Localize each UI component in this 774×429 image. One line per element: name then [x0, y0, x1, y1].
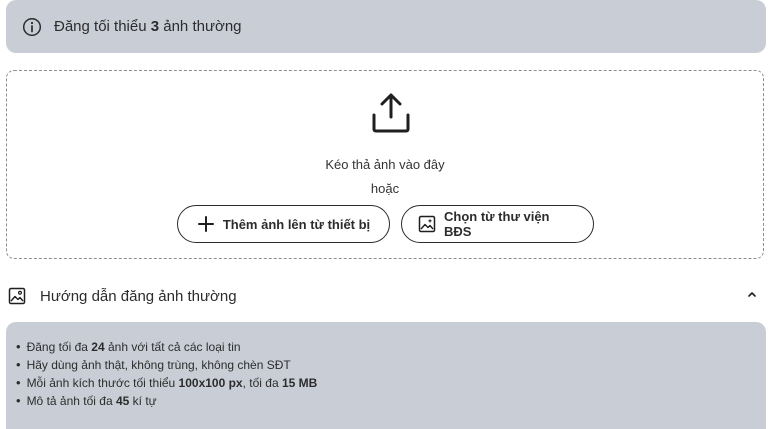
image-sparkle-icon [418, 215, 436, 233]
choose-from-library-label: Chọn từ thư viện BĐS [444, 209, 550, 239]
upload-icon [367, 89, 415, 137]
add-from-device-label: Thêm ảnh lên từ thiết bị [222, 216, 371, 232]
min-photos-notice: Đăng tối thiểu 3 ảnh thường [6, 0, 766, 53]
photo-guide-content: Đăng tối đa 24 ảnh với tất cả các loại t… [6, 322, 766, 429]
upload-dropzone[interactable]: Kéo thả ảnh vào đây hoặc Thêm ảnh lên từ… [6, 70, 764, 259]
drag-drop-hint: Kéo thả ảnh vào đây [325, 157, 445, 172]
list-item: Hãy dùng ảnh thật, không trùng, không ch… [16, 356, 766, 374]
or-separator: hoặc [370, 181, 400, 196]
photo-guide-toggle[interactable]: Hướng dẫn đăng ảnh thường [6, 276, 766, 316]
list-item: Mô tả ảnh tối đa 45 kí tự [16, 392, 766, 410]
add-from-device-button[interactable]: Thêm ảnh lên từ thiết bị [177, 205, 390, 243]
list-item: Mỗi ảnh kích thước tối thiểu 100x100 px,… [16, 374, 766, 392]
info-icon [22, 17, 42, 37]
notice-text: Đăng tối thiểu 3 ảnh thường [54, 18, 242, 35]
list-item: Đăng tối đa 24 ảnh với tất cả các loại t… [16, 338, 766, 356]
photo-guide-title: Hướng dẫn đăng ảnh thường [40, 287, 237, 305]
chevron-up-icon[interactable] [744, 286, 760, 302]
plus-icon [197, 215, 215, 233]
image-icon [8, 287, 26, 305]
choose-from-library-button[interactable]: Chọn từ thư viện BĐS [401, 205, 594, 243]
